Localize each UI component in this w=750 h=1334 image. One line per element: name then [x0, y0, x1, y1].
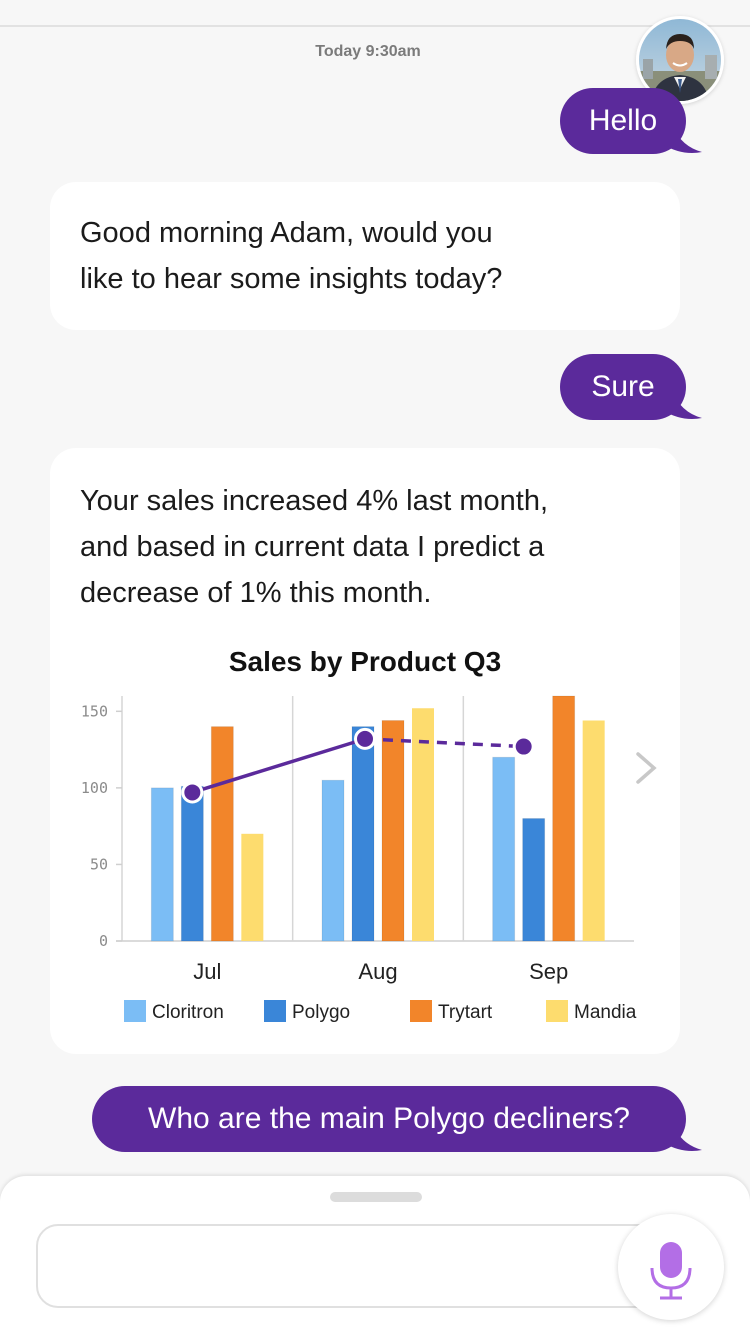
trend-point [512, 735, 535, 758]
x-tick-label: Jul [193, 959, 221, 984]
bar-polygo [522, 818, 546, 942]
legend-label: Mandia [574, 1002, 637, 1023]
user-message: Hello [560, 88, 702, 154]
legend-label: Cloritron [152, 1002, 224, 1023]
legend-swatch [410, 1000, 432, 1022]
y-tick-label: 50 [90, 855, 108, 873]
legend-swatch [546, 1000, 568, 1022]
legend-swatch [124, 1000, 146, 1022]
message-text: Who are the main Polygo decliners? [148, 1102, 630, 1135]
bubble-tail [662, 124, 702, 153]
input-panel [0, 1176, 750, 1334]
bot-message: Good morning Adam, would you like to hea… [50, 182, 680, 330]
bar-mandia [582, 720, 605, 941]
timestamp: Today 9:30am [315, 43, 421, 60]
user-message: Who are the main Polygo decliners? [92, 1086, 702, 1152]
y-tick-label: 0 [99, 932, 108, 950]
message-text: Good morning Adam, would you like to hea… [80, 217, 503, 295]
bar-cloritron [150, 787, 174, 942]
chevron-right-icon[interactable] [632, 750, 660, 786]
message-text: Hello [588, 104, 658, 137]
x-tick-label: Sep [529, 959, 568, 984]
bubble-tail [662, 390, 702, 419]
bar-trytart [552, 695, 576, 942]
microphone-icon [650, 1242, 692, 1300]
legend-label: Polygo [292, 1002, 350, 1023]
bar-cloritron [492, 756, 516, 942]
bar-trytart [381, 720, 405, 942]
legend-label: Trytart [438, 1002, 493, 1023]
bar-polygo [180, 785, 204, 942]
bar-chart: 0 50 100 150 Jul Aug Sep Cloritron Polygo Trytart… [81, 695, 637, 1023]
y-tick-label: 100 [81, 779, 108, 797]
bot-message-chart: Your sales increased 4% last month, and … [50, 448, 680, 1054]
bubble-tail [662, 1122, 702, 1151]
bar-trytart [210, 726, 234, 942]
message-input[interactable] [36, 1224, 676, 1308]
trend-point [181, 781, 204, 804]
user-message: Sure [560, 354, 702, 420]
y-tick-label: 150 [81, 702, 108, 720]
trend-point [354, 727, 376, 750]
x-tick-label: Aug [358, 959, 397, 984]
bar-polygo [351, 726, 375, 942]
top-divider [0, 25, 750, 27]
legend-swatch [264, 1000, 286, 1022]
bar-mandia [241, 833, 264, 941]
bar-cloritron [321, 779, 345, 942]
message-text: Sure [591, 370, 655, 403]
mic-button[interactable] [618, 1214, 724, 1320]
drag-handle[interactable] [330, 1192, 422, 1202]
